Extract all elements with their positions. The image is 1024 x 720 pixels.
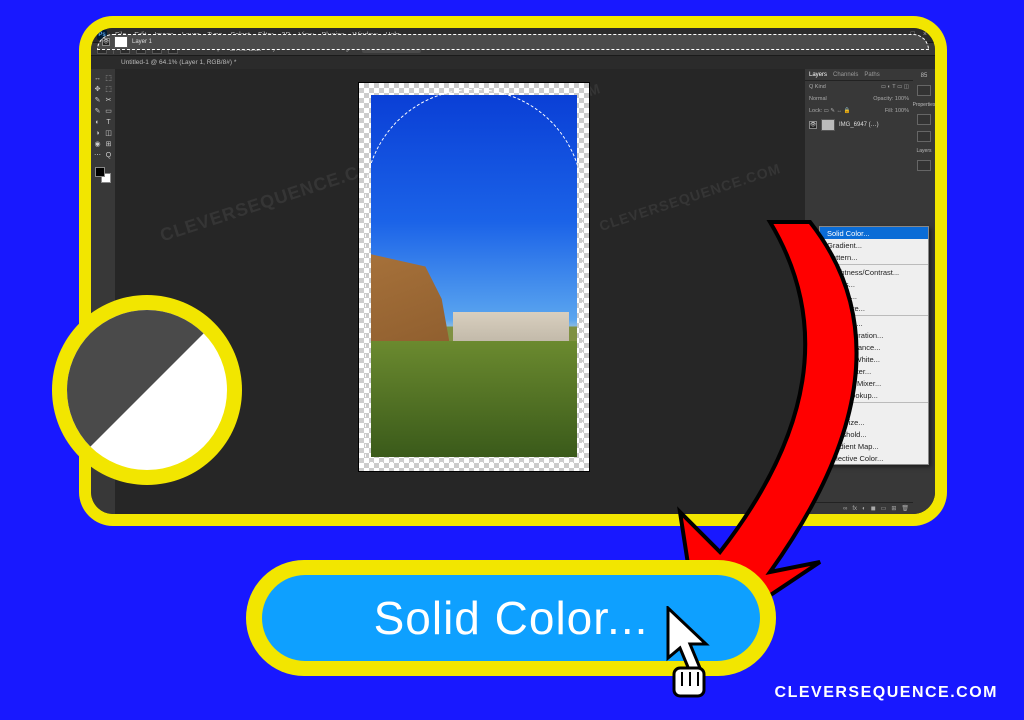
tab-channels[interactable]: Channels <box>833 72 858 78</box>
menu-item-levels[interactable]: Levels... <box>820 278 928 290</box>
menu-item-selective-color[interactable]: Selective Color... <box>820 452 928 464</box>
fill-layer-context-menu: Solid Color... Gradient... Pattern... Br… <box>819 226 929 465</box>
adjustment-layer-badge-icon <box>67 310 227 470</box>
circle-callout <box>52 295 242 485</box>
label-pill-inner: Solid Color... <box>262 575 760 661</box>
foreground-color-icon[interactable] <box>95 167 105 177</box>
menu-item-gradient[interactable]: Gradient... <box>820 239 928 251</box>
channels-panel-icon[interactable] <box>917 160 931 171</box>
lock-label: Lock: <box>809 108 822 114</box>
group-icon[interactable]: ▭ <box>881 505 887 512</box>
menu-separator <box>820 402 928 403</box>
tab-layers[interactable]: Layers <box>809 72 827 78</box>
crop-tool-icon[interactable]: ✎ <box>93 95 103 105</box>
shape-tool-icon[interactable]: ◫ <box>104 128 114 138</box>
close-button[interactable]: × <box>923 31 927 38</box>
layer-row[interactable]: 👁 IMG_6947 (…) <box>805 117 913 133</box>
menu-separator <box>820 315 928 316</box>
properties-panel-icon[interactable] <box>917 85 931 96</box>
document-artboard[interactable] <box>359 83 589 471</box>
eyedropper-tool-icon[interactable]: ✎ <box>93 106 103 116</box>
layers-panel-footer: ∞ fx ◐ ◼ ▭ ⊞ 🗑 <box>805 502 913 514</box>
edit-toolbar-icon[interactable]: ⋯ <box>93 150 103 160</box>
pen-tool-icon[interactable]: ◑ <box>93 128 103 138</box>
frame-tool-icon[interactable]: ✂ <box>104 95 114 105</box>
menu-item-exposure[interactable]: Exposure... <box>820 302 928 314</box>
layer-mask-icon[interactable]: ◐ <box>862 506 866 512</box>
menu-item-vibrance[interactable]: Vibrance... <box>820 317 928 329</box>
blend-mode-dropdown[interactable]: Normal <box>809 96 827 102</box>
menu-item-color-lookup[interactable]: Color Lookup... <box>820 389 928 401</box>
watermark: CLEVERSEQUENCE.COM <box>158 153 392 247</box>
lasso-tool-icon[interactable]: ⬚ <box>104 84 114 94</box>
menu-item-invert[interactable]: Invert <box>820 404 928 416</box>
adjustments-panel-icon[interactable] <box>917 114 931 125</box>
menu-item-threshold[interactable]: Threshold... <box>820 428 928 440</box>
layer-filter[interactable]: Q Kind <box>809 84 826 90</box>
layer-thumbnail[interactable] <box>114 36 128 48</box>
adjustment-layer-icon[interactable]: ◼ <box>871 505 876 512</box>
menu-item-color-balance[interactable]: Color Balance... <box>820 341 928 353</box>
visibility-toggle-icon[interactable]: 👁 <box>102 38 110 46</box>
layer-name[interactable]: Layer 1 <box>132 39 152 45</box>
color-swatches[interactable] <box>95 167 111 183</box>
panel-icon[interactable]: 85 <box>921 73 928 79</box>
layer-row[interactable]: 👁 Layer 1 <box>97 34 929 50</box>
layer-thumbnail[interactable] <box>821 119 835 131</box>
marquee-tool-icon[interactable]: ✥ <box>93 84 103 94</box>
document-tab[interactable]: Untitled-1 @ 64.1% (Layer 1, RGB/8#) * <box>91 56 935 69</box>
layer-fx-icon[interactable]: fx <box>852 506 857 512</box>
hand-tool-icon[interactable]: ◉ <box>93 139 103 149</box>
link-layers-icon[interactable]: ∞ <box>843 506 847 512</box>
opacity-value[interactable]: 100% <box>895 96 909 102</box>
menu-item-gradient-map[interactable]: Gradient Map... <box>820 440 928 452</box>
menu-item-hue[interactable]: Hue/Saturation... <box>820 329 928 341</box>
properties-label: Properties <box>913 102 935 108</box>
menu-item-curves[interactable]: Curves... <box>820 290 928 302</box>
fill-value[interactable]: 100% <box>895 108 909 114</box>
fill-label: Fill: <box>885 108 894 114</box>
menu-separator <box>820 264 928 265</box>
quickmask-tool-icon[interactable]: Q <box>104 150 114 160</box>
move-tool-icon[interactable]: ↔ <box>93 73 103 83</box>
type-tool-icon[interactable]: T <box>104 117 114 127</box>
menu-item-solid-color[interactable]: Solid Color... <box>820 227 928 239</box>
watermark: CLEVERSEQUENCE.COM <box>597 160 783 234</box>
menu-item-bw[interactable]: Black & White... <box>820 353 928 365</box>
marching-ants-selection <box>365 89 583 463</box>
menu-item-pattern[interactable]: Pattern... <box>820 251 928 263</box>
menu-item-brightness[interactable]: Brightness/Contrast... <box>820 266 928 278</box>
clone-tool-icon[interactable]: ◐ <box>93 117 103 127</box>
artboard-tool-icon[interactable]: ⬚ <box>104 73 114 83</box>
zoom-tool-icon[interactable]: ⊞ <box>104 139 114 149</box>
opacity-label: Opacity: <box>873 96 893 102</box>
visibility-toggle-icon[interactable]: 👁 <box>809 121 817 129</box>
layer-name[interactable]: IMG_6947 (…) <box>839 122 879 128</box>
label-pill: Solid Color... <box>246 560 776 676</box>
layers-panel-icon[interactable] <box>917 131 931 142</box>
credit-text: CLEVERSEQUENCE.COM <box>775 684 998 702</box>
menu-item-channel-mixer[interactable]: Channel Mixer... <box>820 377 928 389</box>
brush-tool-icon[interactable]: ▭ <box>104 106 114 116</box>
tab-paths[interactable]: Paths <box>864 72 879 78</box>
layers-label: Layers <box>916 148 931 154</box>
menu-item-photo-filter[interactable]: Photo Filter... <box>820 365 928 377</box>
pill-text: Solid Color... <box>374 591 649 645</box>
menu-item-posterize[interactable]: Posterize... <box>820 416 928 428</box>
delete-layer-icon[interactable]: 🗑 <box>901 505 909 512</box>
new-layer-icon[interactable]: ⊞ <box>891 505 896 512</box>
layer-filter-icons[interactable]: ▭ ◐ T ▭ ◫ <box>881 84 909 90</box>
